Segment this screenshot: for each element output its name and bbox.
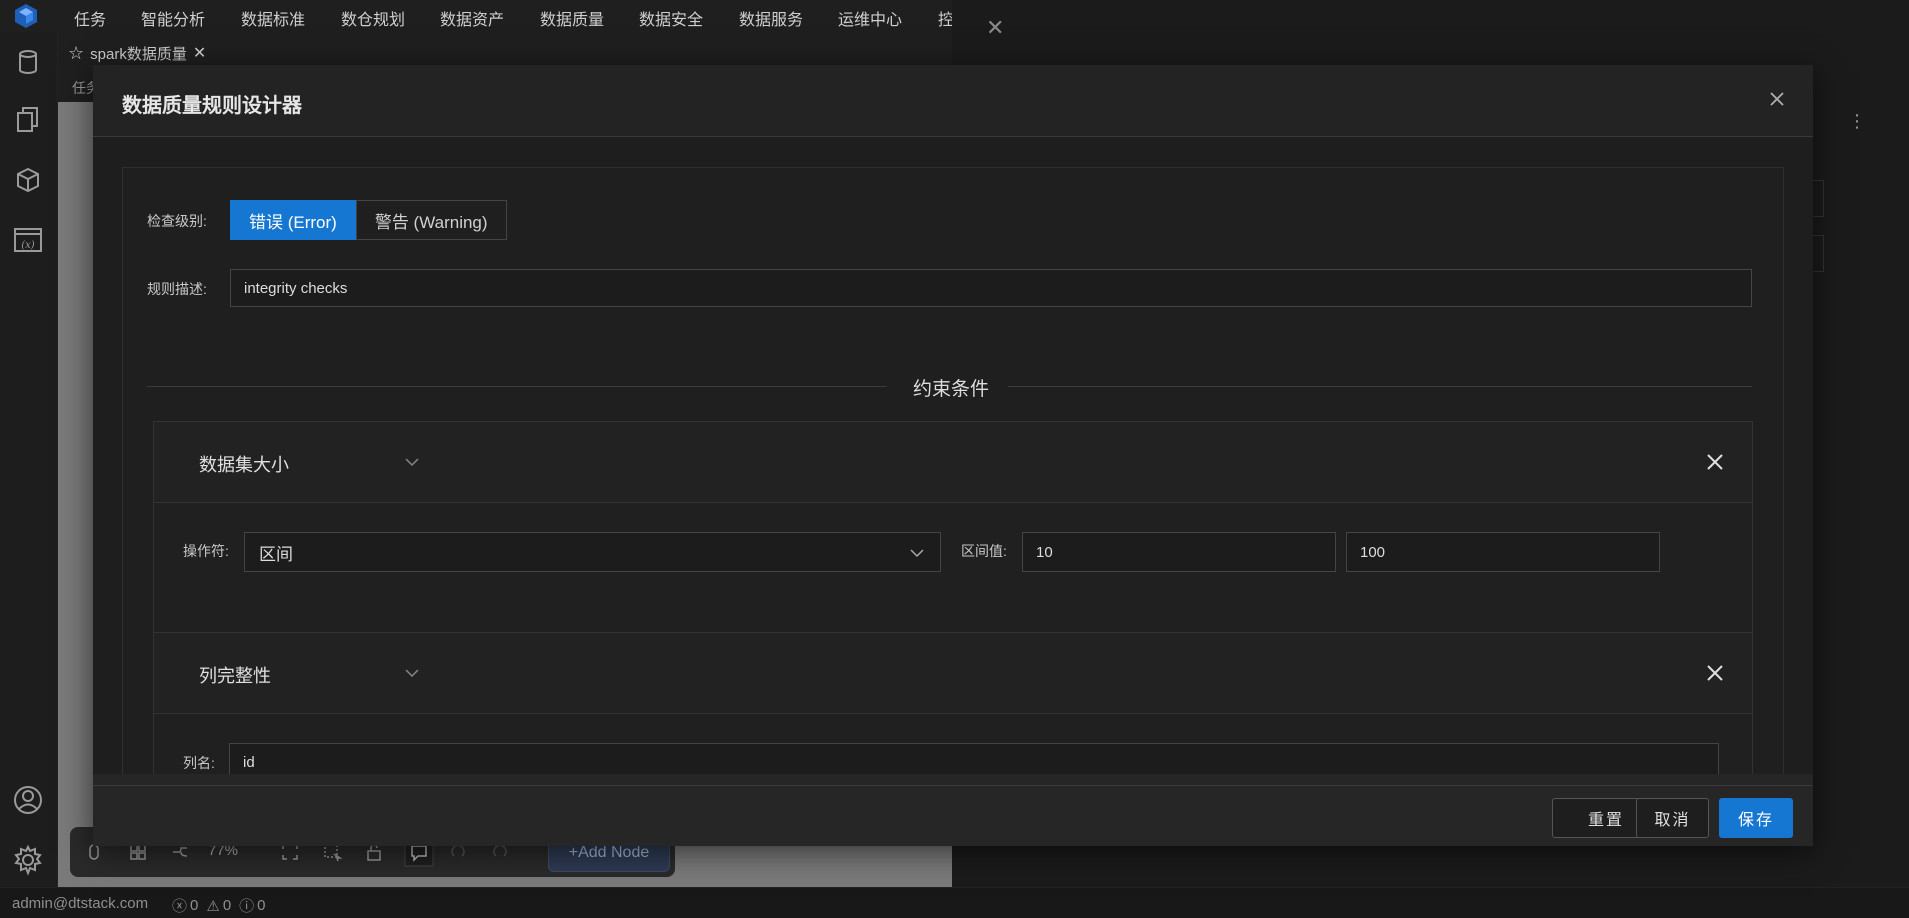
level-option-error[interactable]: 错误 (Error) <box>230 200 356 240</box>
section-divider-left <box>147 386 887 387</box>
nav-item-data-standard[interactable]: 数据标准 <box>241 6 305 30</box>
database-icon[interactable] <box>11 45 45 79</box>
condition-header: 数据集大小 <box>154 422 1752 503</box>
dialog-header: 数据质量规则设计器 <box>93 65 1813 137</box>
top-navigation: 任务 智能分析 数据标准 数仓规划 数据资产 数据质量 数据安全 数据服务 运维… <box>0 0 954 32</box>
condition-dataset-size: 数据集大小 操作符: 区间 区间值: 10 100 <box>153 421 1753 634</box>
nav-item-data-service[interactable]: 数据服务 <box>739 6 803 30</box>
status-bar: admin@dtstack.com ⓧ 0 ⚠ 0 ⓘ 0 <box>0 887 1909 918</box>
operator-value: 区间 <box>259 544 293 564</box>
save-button[interactable]: 保存 <box>1719 798 1793 838</box>
nav-item-ops-center[interactable]: 运维中心 <box>838 6 902 30</box>
tab-close-icon[interactable]: ✕ <box>193 43 206 63</box>
left-sidebar: (x) <box>0 32 58 917</box>
star-icon[interactable]: ☆ <box>68 43 84 64</box>
panel-field-edge <box>1812 180 1824 217</box>
error-icon: ⓧ <box>172 898 188 915</box>
rule-form: 检查级别: 错误 (Error) 警告 (Warning) 规则描述: inte… <box>122 167 1784 774</box>
nav-item-task[interactable]: 任务 <box>74 6 106 30</box>
dialog-title: 数据质量规则设计器 <box>122 95 302 117</box>
warning-icon: ⚠ <box>206 897 220 915</box>
warning-count: 0 <box>222 897 232 914</box>
info-icon: ⓘ <box>239 898 255 915</box>
chevron-down-icon[interactable] <box>403 664 421 682</box>
dialog-body: 检查级别: 错误 (Error) 警告 (Warning) 规则描述: inte… <box>93 137 1813 774</box>
more-options-icon[interactable]: ⋮ <box>1848 111 1866 132</box>
panel-field-edge <box>1812 235 1824 272</box>
tab-label: spark数据质量 <box>90 45 187 63</box>
error-count: 0 <box>190 897 199 914</box>
nav-item-data-assets[interactable]: 数据资产 <box>440 6 504 30</box>
description-input[interactable]: integrity checks <box>230 269 1752 307</box>
cube-icon[interactable] <box>11 163 45 197</box>
operator-select[interactable]: 区间 <box>244 532 941 572</box>
rule-designer-dialog: 数据质量规则设计器 检查级别: 错误 (Error) 警告 (Warning) … <box>93 65 1813 846</box>
description-label: 规则描述: <box>147 281 207 297</box>
user-icon[interactable] <box>11 783 45 817</box>
check-level-label: 检查级别: <box>147 213 207 229</box>
nav-item-warehouse-planning[interactable]: 数仓规划 <box>341 6 405 30</box>
app-logo-icon[interactable] <box>13 3 39 29</box>
info-count: 0 <box>257 897 266 914</box>
section-divider-right <box>1008 386 1752 387</box>
nav-item-data-quality[interactable]: 数据质量 <box>540 6 604 30</box>
remove-condition-icon[interactable] <box>1705 663 1725 683</box>
svg-text:(x): (x) <box>21 240 35 251</box>
condition-column-completeness: 列完整性 列名: id <box>153 632 1753 774</box>
close-icon[interactable] <box>1765 87 1789 111</box>
check-level-selector: 错误 (Error) 警告 (Warning) <box>230 200 507 240</box>
problems-summary[interactable]: ⓧ 0 ⚠ 0 ⓘ 0 <box>172 895 266 916</box>
range-max-input[interactable]: 100 <box>1346 532 1660 572</box>
panel-close-icon[interactable]: ✕ <box>986 16 1004 40</box>
condition-type[interactable]: 列完整性 <box>199 662 271 688</box>
chevron-down-icon <box>910 549 924 558</box>
range-min-input[interactable]: 10 <box>1022 532 1336 572</box>
level-option-warning[interactable]: 警告 (Warning) <box>355 200 507 240</box>
chevron-down-icon[interactable] <box>403 453 421 471</box>
dialog-footer: 重置 取消 保存 <box>93 785 1813 846</box>
nav-item-smart-analysis[interactable]: 智能分析 <box>141 6 205 30</box>
remove-condition-icon[interactable] <box>1705 452 1725 472</box>
operator-label: 操作符: <box>183 543 229 559</box>
current-user: admin@dtstack.com <box>12 895 149 912</box>
condition-type[interactable]: 数据集大小 <box>199 451 289 477</box>
constraints-section-title: 约束条件 <box>913 379 990 400</box>
variables-icon[interactable]: (x) <box>11 223 45 257</box>
column-label: 列名: <box>183 755 215 771</box>
gear-icon[interactable] <box>11 843 45 877</box>
files-icon[interactable] <box>11 103 45 137</box>
range-label: 区间值: <box>961 543 1007 559</box>
tab-spark-data-quality[interactable]: ☆ spark数据质量 ✕ <box>68 40 206 66</box>
top-right-area <box>952 0 1909 65</box>
cancel-button[interactable]: 取消 <box>1636 798 1709 838</box>
condition-header: 列完整性 <box>154 633 1752 714</box>
column-name-input[interactable]: id <box>229 743 1719 774</box>
nav-item-data-security[interactable]: 数据安全 <box>639 6 703 30</box>
